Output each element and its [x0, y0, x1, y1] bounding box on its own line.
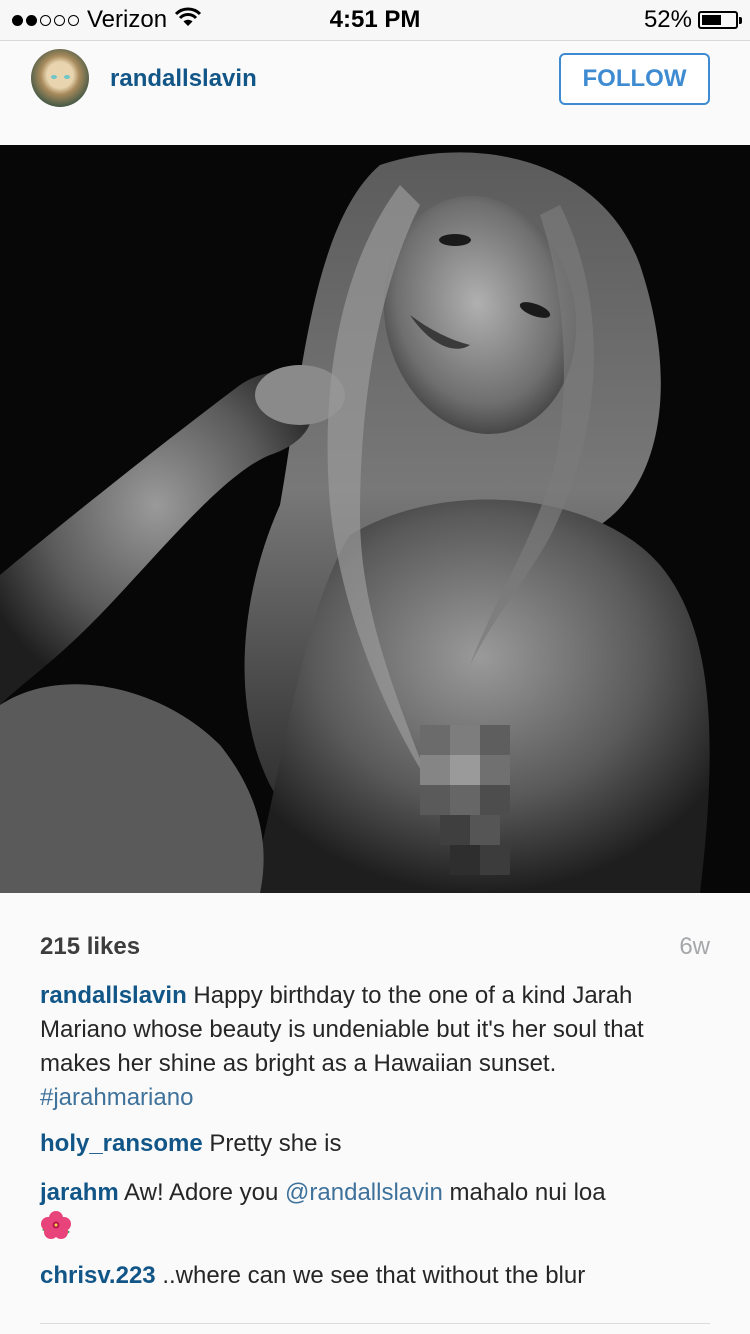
post-author-username[interactable]: randallslavin — [110, 65, 257, 93]
clock: 4:51 PM — [329, 6, 421, 33]
post-header: randallslavin FOLLOW — [0, 41, 750, 145]
divider — [40, 1323, 710, 1324]
status-bar: Verizon 4:51 PM 52% — [0, 0, 750, 41]
post-photo[interactable] — [0, 145, 750, 893]
caption-hashtag[interactable]: #jarahmariano — [40, 1084, 193, 1111]
comment-text: Aw! Adore you — [124, 1179, 279, 1206]
avatar[interactable] — [31, 49, 89, 107]
battery-percent: 52% — [643, 6, 692, 33]
comment-mention[interactable]: @randallslavin — [285, 1179, 443, 1206]
battery-area: 52% — [643, 6, 742, 34]
likes-count[interactable]: 215 likes — [40, 933, 140, 961]
caption: randallslavin Happy birthday to the one … — [40, 979, 710, 1115]
post-time: 6w — [679, 933, 710, 960]
comment-text: ..where can we see that without the blur — [162, 1262, 586, 1289]
follow-button[interactable]: FOLLOW — [559, 53, 710, 105]
comment-text: Pretty she is — [209, 1130, 342, 1157]
comment: jarahm Aw! Adore you @randallslavin maha… — [40, 1176, 710, 1250]
comment: chrisv.223 ..where can we see that witho… — [40, 1259, 710, 1293]
battery-icon — [698, 11, 742, 29]
caption-username[interactable]: randallslavin — [40, 982, 187, 1009]
post-details: 215 likes 6w randallslavin Happy birthda… — [0, 893, 750, 1334]
comment: holy_ransome Pretty she is — [40, 1127, 710, 1161]
comment-username[interactable]: holy_ransome — [40, 1130, 203, 1157]
comment-username[interactable]: jarahm — [40, 1179, 119, 1206]
hibiscus-icon — [40, 1210, 72, 1250]
comment-username[interactable]: chrisv.223 — [40, 1262, 156, 1289]
comment-text: mahalo nui loa — [449, 1179, 606, 1206]
